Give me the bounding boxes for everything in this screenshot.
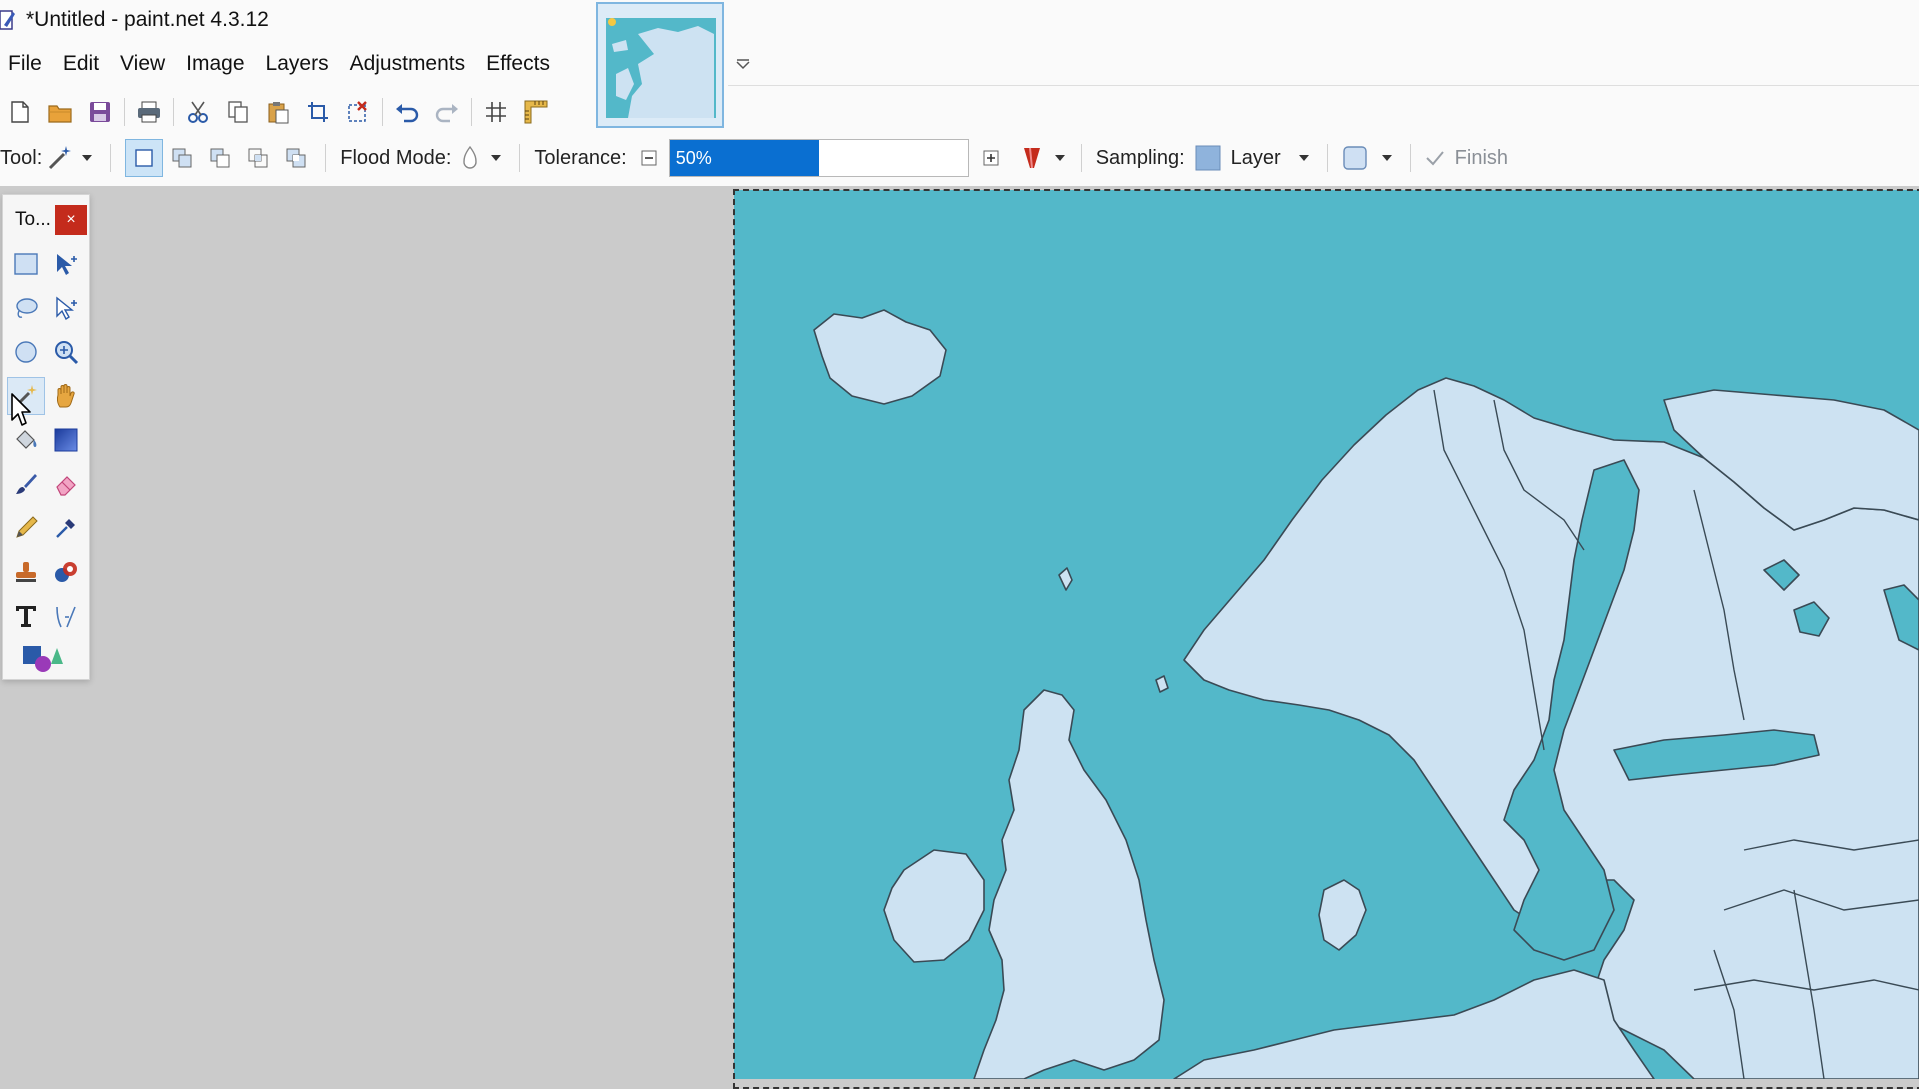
save-icon[interactable] bbox=[80, 92, 120, 132]
tolerance-value: 50% bbox=[675, 148, 712, 168]
antialiasing-dropdown-icon[interactable] bbox=[1054, 155, 1065, 161]
separator bbox=[124, 98, 125, 126]
tools-window-title: To... bbox=[15, 209, 51, 230]
eraser-icon[interactable] bbox=[47, 465, 85, 503]
sampling-value[interactable]: Layer bbox=[1231, 147, 1281, 170]
sampling-label: Sampling: bbox=[1095, 146, 1185, 169]
main-toolbar bbox=[0, 92, 556, 132]
flood-mode-dropdown-icon[interactable] bbox=[491, 155, 502, 161]
paintnet-app-icon bbox=[0, 8, 16, 32]
move-selection-icon[interactable] bbox=[47, 289, 85, 327]
selection-mode-exclude-icon[interactable] bbox=[201, 139, 239, 177]
tool-options-bar: Tool: Flood Mode: Tolerance: 50% Samplin… bbox=[0, 138, 1600, 178]
print-icon[interactable] bbox=[129, 92, 169, 132]
menu-layers[interactable]: Layers bbox=[258, 46, 342, 82]
open-folder-icon[interactable] bbox=[40, 92, 80, 132]
blend-mode-dropdown-icon[interactable] bbox=[1381, 155, 1392, 161]
new-file-icon[interactable] bbox=[0, 92, 40, 132]
deselect-icon[interactable] bbox=[338, 92, 378, 132]
move-selected-pixels-icon[interactable] bbox=[47, 245, 85, 283]
antialiasing-icon[interactable] bbox=[1021, 146, 1043, 170]
menu-image[interactable]: Image bbox=[178, 46, 257, 82]
image-list-dropdown-icon[interactable] bbox=[734, 56, 752, 74]
separator bbox=[519, 144, 521, 172]
color-picker-icon[interactable] bbox=[47, 509, 85, 547]
ruler-icon[interactable] bbox=[516, 92, 556, 132]
flood-mode-label: Flood Mode: bbox=[340, 146, 452, 169]
text-icon[interactable] bbox=[7, 597, 45, 635]
current-tool-magic-wand-icon[interactable] bbox=[46, 144, 74, 172]
cut-icon[interactable] bbox=[178, 92, 218, 132]
tolerance-decrease-icon[interactable] bbox=[641, 150, 657, 166]
finish-button[interactable]: Finish bbox=[1455, 147, 1508, 170]
menu-file[interactable]: File bbox=[0, 46, 55, 82]
copy-icon[interactable] bbox=[218, 92, 258, 132]
selection-mode-union-icon[interactable] bbox=[163, 139, 201, 177]
menu-edit[interactable]: Edit bbox=[55, 46, 112, 82]
separator bbox=[173, 98, 174, 126]
image-canvas[interactable] bbox=[734, 190, 1919, 1079]
selection-mode-intersect-icon[interactable] bbox=[239, 139, 277, 177]
toolbar-divider bbox=[728, 85, 1919, 86]
separator bbox=[382, 98, 383, 126]
separator bbox=[325, 144, 327, 172]
blend-mode-icon[interactable] bbox=[1342, 145, 1368, 171]
menu-bar: File Edit View Image Layers Adjustments … bbox=[0, 44, 563, 84]
menu-adjustments[interactable]: Adjustments bbox=[342, 46, 479, 82]
paintbrush-icon[interactable] bbox=[7, 465, 45, 503]
gradient-icon[interactable] bbox=[47, 421, 85, 459]
menu-effects[interactable]: Effects bbox=[478, 46, 563, 82]
tools-window: To... × bbox=[2, 194, 90, 680]
tolerance-increase-icon[interactable] bbox=[983, 150, 999, 166]
separator bbox=[471, 98, 472, 126]
flood-mode-contiguous-icon[interactable] bbox=[461, 145, 479, 171]
europe-map[interactable] bbox=[734, 190, 1919, 1079]
separator bbox=[110, 144, 112, 172]
title-bar: *Untitled - paint.net 4.3.12 bbox=[0, 0, 590, 40]
thumbnail-map-icon bbox=[598, 4, 722, 126]
zoom-icon[interactable] bbox=[47, 333, 85, 371]
tool-label: Tool: bbox=[0, 146, 43, 169]
ellipse-select-icon[interactable] bbox=[7, 333, 45, 371]
image-tab-thumbnail[interactable] bbox=[596, 2, 724, 128]
clone-stamp-icon[interactable] bbox=[7, 553, 45, 591]
separator bbox=[1080, 144, 1082, 172]
separator bbox=[1409, 144, 1411, 172]
app-chrome: *Untitled - paint.net 4.3.12 File Edit V… bbox=[0, 0, 1919, 186]
crop-icon[interactable] bbox=[298, 92, 338, 132]
pan-icon[interactable] bbox=[47, 377, 85, 415]
selection-mode-xor-icon[interactable] bbox=[277, 139, 315, 177]
lasso-select-icon[interactable] bbox=[7, 289, 45, 327]
sampling-layer-icon[interactable] bbox=[1195, 145, 1221, 171]
line-curve-icon[interactable] bbox=[47, 597, 85, 635]
grid-icon[interactable] bbox=[476, 92, 516, 132]
recolor-icon[interactable] bbox=[47, 553, 85, 591]
selection-mode-replace-icon[interactable] bbox=[125, 139, 164, 177]
paste-icon[interactable] bbox=[258, 92, 298, 132]
sampling-dropdown-icon[interactable] bbox=[1298, 155, 1309, 161]
mouse-cursor-icon bbox=[10, 392, 34, 433]
finish-check-icon[interactable] bbox=[1425, 149, 1445, 167]
redo-icon[interactable] bbox=[427, 92, 467, 132]
shapes-icon[interactable] bbox=[17, 639, 69, 677]
window-title: *Untitled - paint.net 4.3.12 bbox=[26, 8, 269, 31]
menu-view[interactable]: View bbox=[112, 46, 178, 82]
tolerance-label: Tolerance: bbox=[534, 146, 627, 169]
pencil-icon[interactable] bbox=[7, 509, 45, 547]
tolerance-slider[interactable]: 50% bbox=[668, 139, 969, 177]
rectangle-select-icon[interactable] bbox=[7, 245, 45, 283]
separator bbox=[1326, 144, 1328, 172]
tools-close-button[interactable]: × bbox=[55, 205, 87, 235]
tool-dropdown-icon[interactable] bbox=[82, 155, 93, 161]
undo-icon[interactable] bbox=[387, 92, 427, 132]
